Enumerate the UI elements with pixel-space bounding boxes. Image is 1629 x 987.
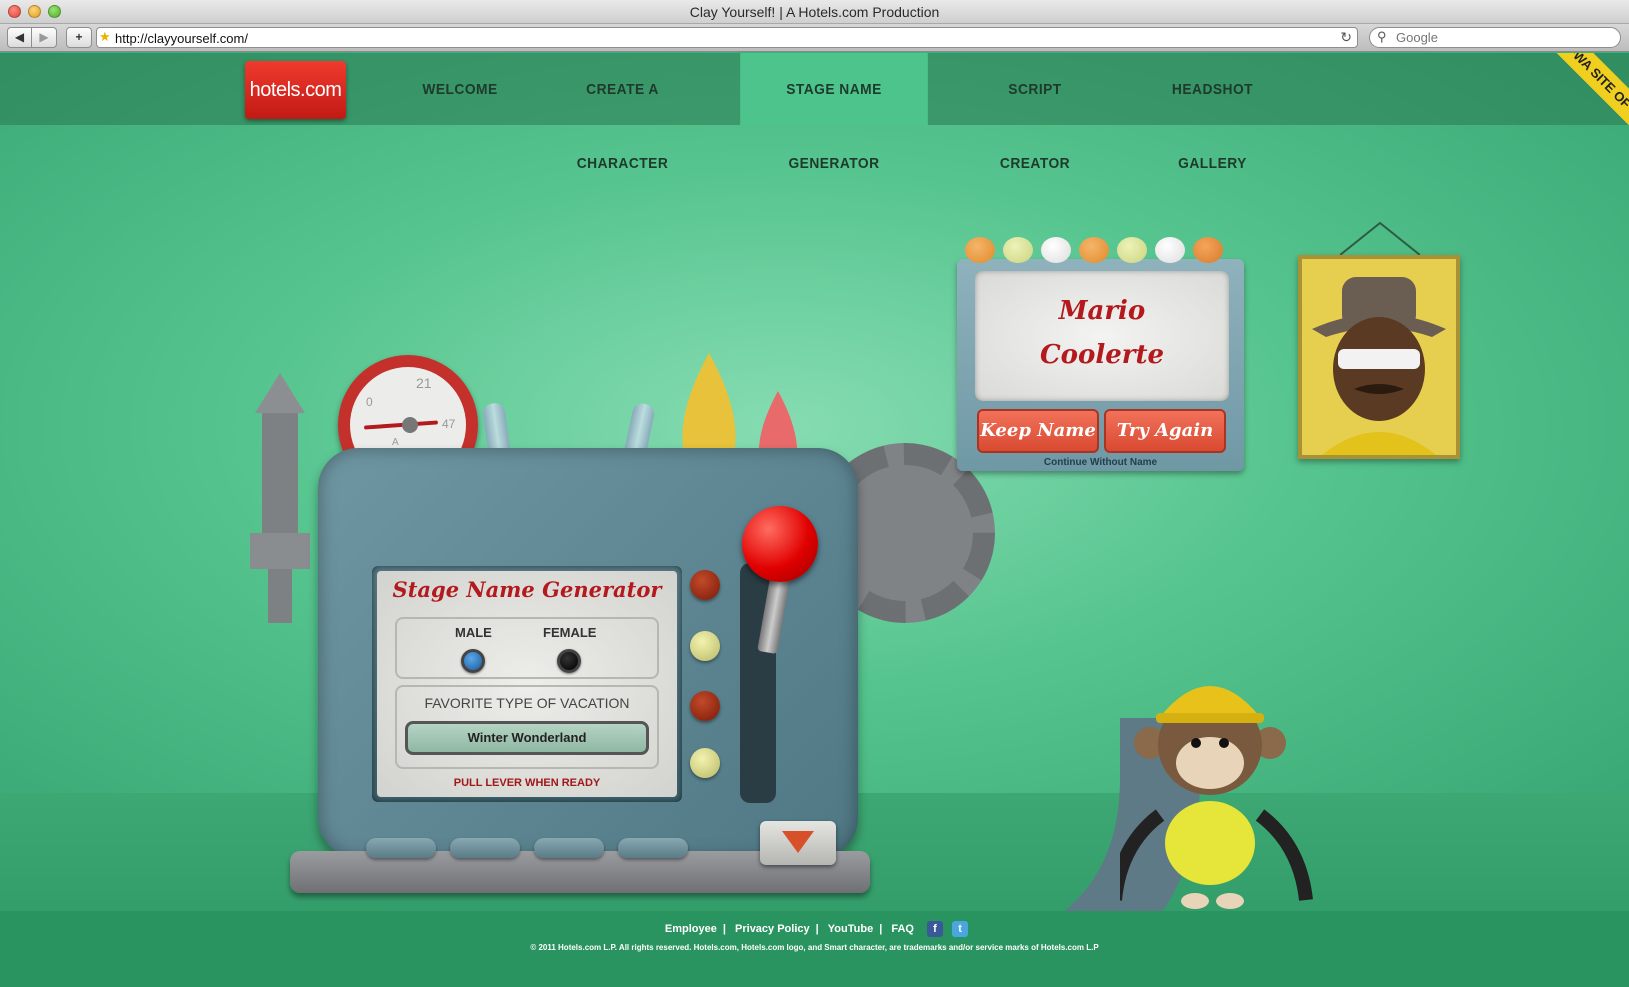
gauge-tick: 0 xyxy=(366,395,373,409)
indicator-light xyxy=(690,691,720,721)
marquee-bulb xyxy=(1193,237,1223,263)
reload-icon[interactable]: ↻ xyxy=(1340,29,1352,46)
female-radio-button[interactable] xyxy=(557,649,581,673)
keep-name-button[interactable]: Keep Name xyxy=(977,409,1099,453)
monkey-mascot xyxy=(1120,686,1313,909)
male-label: MALE xyxy=(455,625,492,640)
search-field[interactable]: ⚲ xyxy=(1369,27,1621,48)
marquee-bulb xyxy=(1117,237,1147,263)
gender-selector: MALE FEMALE xyxy=(395,617,659,679)
marquee-bulb xyxy=(1079,237,1109,263)
down-arrow-icon xyxy=(782,831,814,853)
site-footer: Employee | Privacy Policy | YouTube | FAQ f… xyxy=(0,911,1629,987)
indicator-light xyxy=(690,631,720,661)
machine-button[interactable] xyxy=(618,838,688,858)
name-display: Mario Coolerte Keep Name Try Again Conti… xyxy=(957,237,1244,471)
gauge-needle xyxy=(363,420,439,430)
vacation-selector: FAVORITE TYPE OF VACATION Winter Wonderl… xyxy=(395,685,659,769)
site-nav: hotels.com WELCOME CREATE A CHARACTER ST… xyxy=(0,53,1629,172)
nav-welcome[interactable]: WELCOME xyxy=(414,53,506,125)
nav-script-creator[interactable]: SCRIPT CREATOR xyxy=(975,53,1095,172)
footer-separator: | xyxy=(879,922,883,935)
female-label: FEMALE xyxy=(543,625,597,640)
machine-button[interactable] xyxy=(534,838,604,858)
search-icon: ⚲ xyxy=(1377,29,1387,44)
fwa-badge-label: FWA SITE OF THE DAY xyxy=(1554,53,1629,153)
cowboy-character-image xyxy=(1302,259,1456,455)
generator-panel-face: Stage Name Generator MALE FEMALE FAVORIT… xyxy=(377,571,677,797)
chimney xyxy=(250,373,310,623)
marquee-bulb xyxy=(1003,237,1033,263)
browser-window: Clay Yourself! | A Hotels.com Production… xyxy=(0,0,1629,987)
pull-lever-instruction: PULL LEVER WHEN READY xyxy=(453,777,601,789)
vacation-label: FAVORITE TYPE OF VACATION xyxy=(424,695,630,711)
nav-create-a-character[interactable]: CREATE A CHARACTER xyxy=(547,53,699,172)
continue-without-name-link[interactable]: Continue Without Name xyxy=(957,457,1244,468)
machine-button[interactable] xyxy=(366,838,436,858)
lever-knob[interactable] xyxy=(742,506,818,582)
stage-name-first: Mario xyxy=(1058,296,1146,326)
stage-name-machine: 0 21 47 13 A Stage Name Generator MALE F… xyxy=(240,303,1200,987)
nav-headshot-gallery[interactable]: HEADSHOT GALLERY xyxy=(1141,53,1284,172)
footer-separator: | xyxy=(722,922,726,935)
facebook-icon[interactable]: f xyxy=(927,921,944,937)
try-again-button[interactable]: Try Again xyxy=(1104,409,1226,453)
site-canvas: hotels.com WELCOME CREATE A CHARACTER ST… xyxy=(0,53,1629,987)
panel-title: Stage Name Generator xyxy=(392,577,662,602)
gauge-tick: 47 xyxy=(442,417,456,431)
gauge-tick: A xyxy=(392,437,399,448)
character-portrait[interactable] xyxy=(1298,255,1460,459)
hotels-logo[interactable]: hotels.com xyxy=(245,61,346,119)
vacation-dropdown[interactable]: Winter Wonderland xyxy=(405,721,649,755)
footer-link-privacy[interactable]: Privacy Policy xyxy=(735,923,810,935)
address-bar[interactable]: ★ http://clayyourself.com/ ↻ xyxy=(96,27,1358,48)
fwa-badge[interactable]: FWA SITE OF THE DAY xyxy=(1520,53,1629,153)
male-radio-button[interactable] xyxy=(461,649,485,673)
frame-wire xyxy=(1340,221,1420,256)
browser-toolbar: ◀ ▶ + ★ http://clayyourself.com/ ↻ ⚲ xyxy=(0,24,1629,52)
footer-link-youtube[interactable]: YouTube xyxy=(828,923,873,935)
down-arrow-button[interactable] xyxy=(760,821,836,865)
url-text[interactable]: http://clayyourself.com/ xyxy=(115,31,248,46)
indicator-light xyxy=(690,570,720,600)
nav-stage-name-generator[interactable]: STAGE NAME GENERATOR xyxy=(740,53,928,172)
add-bookmark-button[interactable]: + xyxy=(66,27,92,48)
search-input[interactable] xyxy=(1396,29,1616,46)
footer-link-employee[interactable]: Employee xyxy=(665,923,717,935)
marquee-bulb xyxy=(965,237,995,263)
star-icon[interactable]: ★ xyxy=(99,29,111,45)
stage-name-screen: Mario Coolerte xyxy=(975,271,1229,401)
machine-button[interactable] xyxy=(450,838,520,858)
marquee-bulb xyxy=(1041,237,1071,263)
gauge-tick: 21 xyxy=(416,375,432,391)
gauge-hub xyxy=(402,417,418,433)
forward-button[interactable]: ▶ xyxy=(31,27,57,48)
window-title: Clay Yourself! | A Hotels.com Production xyxy=(689,4,940,20)
indicator-light xyxy=(690,748,720,778)
copyright-text: © 2011 Hotels.com L.P. All rights reserv… xyxy=(530,943,1099,952)
marquee-bulb xyxy=(1155,237,1185,263)
footer-separator: | xyxy=(815,922,819,935)
back-button[interactable]: ◀ xyxy=(7,27,32,48)
twitter-icon[interactable]: t xyxy=(952,921,969,937)
title-bar: Clay Yourself! | A Hotels.com Production xyxy=(0,0,1629,24)
footer-links: Employee | Privacy Policy | YouTube | FAQ f… xyxy=(0,921,1629,937)
stage-name-last: Coolerte xyxy=(1039,340,1165,370)
footer-link-faq[interactable]: FAQ xyxy=(891,923,914,935)
generator-panel: Stage Name Generator MALE FEMALE FAVORIT… xyxy=(372,566,682,802)
